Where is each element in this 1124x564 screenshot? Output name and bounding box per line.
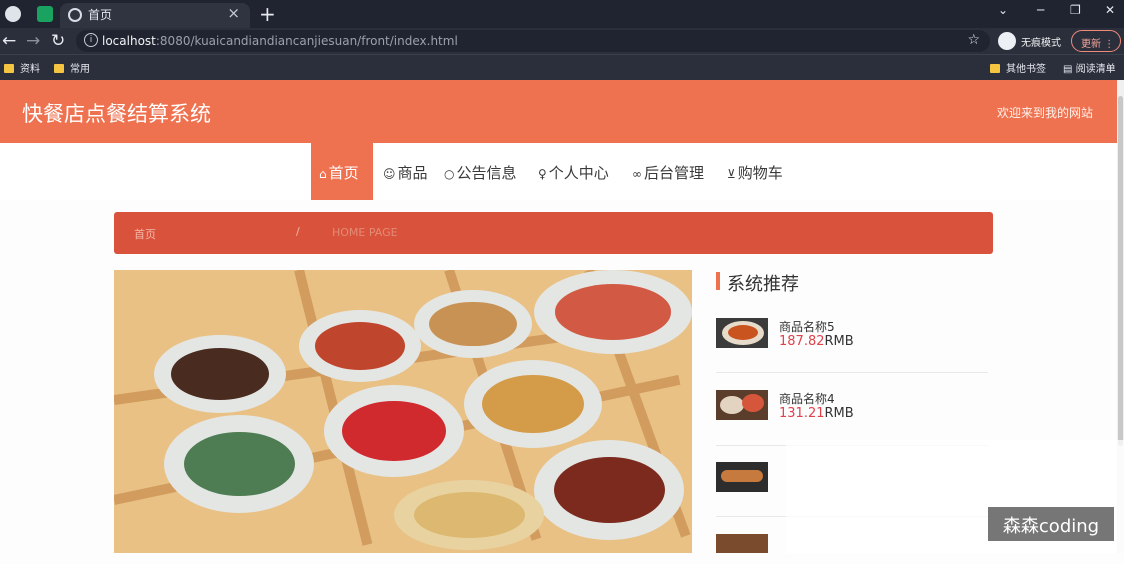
reading-list-icon: ▤	[1063, 64, 1076, 75]
product-thumbnail[interactable]	[716, 534, 768, 564]
breadcrumb: 首页 / HOME PAGE	[114, 212, 993, 254]
site-header: 快餐店点餐结算系统 欢迎来到我的网站	[0, 80, 1117, 143]
tab-search-icon[interactable]: ⌄	[998, 3, 1008, 17]
bookmark-folder-changyong[interactable]: 常用	[54, 60, 90, 75]
incognito-label: 无痕模式	[1021, 38, 1061, 49]
update-button[interactable]: 更新 ⋮	[1071, 30, 1121, 52]
price-value: 131.21	[779, 406, 825, 421]
nav-label: 后台管理	[644, 164, 705, 182]
nav-item-cart[interactable]: ⊻ 购物车	[727, 143, 783, 200]
folder-icon	[54, 64, 64, 73]
scrollbar-thumb[interactable]	[1118, 96, 1123, 446]
nav-item-notice[interactable]: ○ 公告信息	[444, 143, 517, 200]
product-name: 商品名称5	[779, 320, 835, 334]
product-price: 131.21RMB	[779, 406, 854, 421]
breadcrumb-current: HOME PAGE	[332, 226, 398, 239]
home-icon: ⌂	[319, 167, 327, 181]
browser-tab-strip: 首页 × + ⌄ ─ ❐ ✕	[0, 0, 1124, 28]
nav-item-goods[interactable]: ☺ 商品	[383, 143, 428, 200]
product-thumbnail[interactable]	[716, 462, 768, 492]
breadcrumb-separator: /	[296, 225, 300, 238]
product-thumbnail[interactable]	[716, 390, 768, 420]
price-unit: RMB	[824, 334, 854, 349]
nav-item-home[interactable]: ⌂ 首页	[311, 143, 373, 200]
site-info-icon[interactable]: i	[84, 33, 98, 47]
recommend-item[interactable]: 商品名称5 187.82RMB	[716, 318, 988, 356]
reload-icon[interactable]: ↻	[51, 31, 65, 51]
bookmarks-bar: 资料 常用 其他书签 ▤ 阅读清单	[0, 54, 1124, 80]
address-bar-row: ← → ↻ i localhost:8080/kuaicandiandianca…	[0, 28, 1124, 54]
bookmark-label: 常用	[70, 64, 90, 75]
bookmark-folder-ziliao[interactable]: 资料	[4, 60, 40, 75]
link-icon: ∞	[632, 167, 642, 181]
user-icon: ♀	[538, 167, 547, 181]
browser-menu-icon[interactable]	[5, 6, 21, 22]
url-text: localhost:8080/kuaicandiandiancanjiesuan…	[102, 34, 458, 48]
notice-icon: ○	[444, 167, 455, 181]
url-field[interactable]: i localhost:8080/kuaicandiandiancanjiesu…	[76, 30, 990, 52]
recommend-title-accent	[716, 272, 720, 290]
close-tab-icon[interactable]: ×	[227, 4, 240, 22]
site-title: 快餐店点餐结算系统	[22, 102, 211, 126]
recommend-item[interactable]: 商品名称4 131.21RMB	[716, 390, 988, 428]
breadcrumb-home-link[interactable]: 首页	[134, 226, 156, 242]
browser-tab[interactable]: 首页 ×	[60, 3, 250, 28]
goods-icon: ☺	[383, 167, 396, 181]
globe-icon	[68, 8, 82, 22]
product-name: 商品名称4	[779, 392, 835, 406]
nav-item-user-center[interactable]: ♀ 个人中心	[538, 143, 609, 200]
cart-icon: ⊻	[727, 167, 736, 181]
nav-label: 首页	[328, 164, 359, 182]
nav-label: 公告信息	[456, 164, 517, 182]
window-close-button[interactable]: ✕	[1105, 3, 1115, 17]
url-path: :8080/kuaicandiandiancanjiesuan/front/in…	[155, 34, 458, 48]
nav-label: 购物车	[737, 164, 783, 182]
list-divider	[716, 372, 988, 373]
product-thumbnail[interactable]	[716, 318, 768, 348]
nav-label: 个人中心	[548, 164, 609, 182]
tab-title: 首页	[88, 8, 113, 22]
bookmark-other[interactable]: 其他书签	[990, 60, 1046, 75]
forward-icon[interactable]: →	[26, 31, 40, 51]
restore-button[interactable]: ❐	[1070, 3, 1081, 17]
bookmark-star-icon[interactable]: ☆	[967, 32, 980, 48]
nav-item-admin[interactable]: ∞ 后台管理	[632, 143, 704, 200]
bookmark-label: 阅读清单	[1075, 64, 1116, 75]
pinned-tab-icon[interactable]	[37, 6, 53, 22]
product-price: 187.82RMB	[779, 334, 854, 349]
new-tab-button[interactable]: +	[259, 2, 276, 26]
incognito-icon[interactable]	[998, 32, 1016, 50]
banner-image[interactable]	[114, 270, 692, 553]
price-unit: RMB	[824, 406, 854, 421]
minimize-button[interactable]: ─	[1037, 3, 1044, 17]
url-host: localhost	[102, 34, 156, 48]
welcome-text: 欢迎来到我的网站	[996, 106, 1093, 120]
recommend-title: 系统推荐	[727, 274, 799, 295]
update-label: 更新	[1081, 39, 1101, 50]
back-icon[interactable]: ←	[2, 31, 16, 51]
folder-icon	[990, 64, 1000, 73]
nav-label: 商品	[397, 164, 428, 182]
reading-list[interactable]: ▤ 阅读清单	[1063, 60, 1116, 75]
main-nav: ⌂ 首页 ☺ 商品 ○ 公告信息 ♀ 个人中心 ∞ 后台管理 ⊻ 购物车	[0, 143, 1117, 200]
price-value: 187.82	[779, 334, 825, 349]
bookmark-label: 其他书签	[1006, 64, 1046, 75]
bookmark-label: 资料	[20, 64, 40, 75]
folder-icon	[4, 64, 14, 73]
watermark: 森森coding	[988, 507, 1114, 541]
